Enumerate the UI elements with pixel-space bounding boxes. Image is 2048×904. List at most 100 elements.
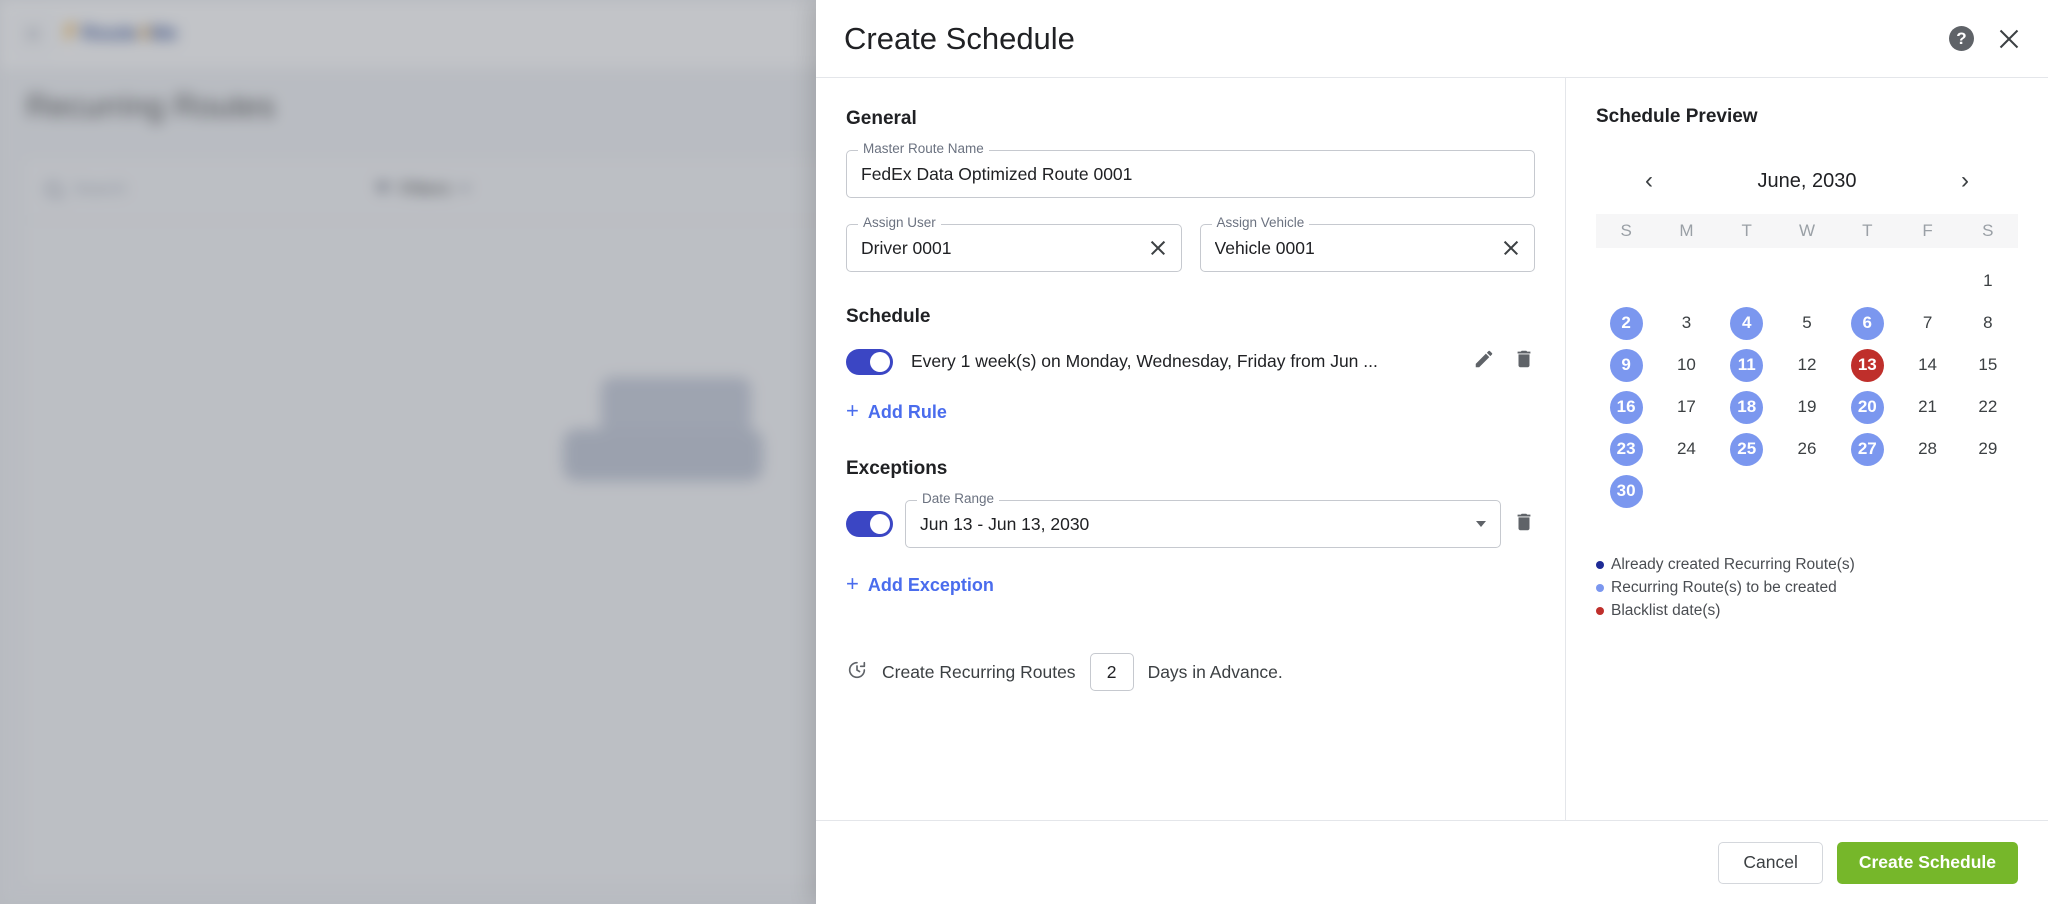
- modal-header: Create Schedule ?: [816, 0, 2048, 77]
- calendar-day-8[interactable]: 8: [1971, 307, 2004, 340]
- calendar-cell-empty: [1656, 264, 1716, 298]
- schedule-preview-panel: Schedule Preview ‹ June, 2030 › SMTWTFS …: [1566, 78, 2048, 820]
- legend-dot-icon: [1596, 584, 1604, 592]
- calendar-cell: 20: [1837, 390, 1897, 424]
- calendar-weekday-3: W: [1798, 221, 1816, 240]
- calendar-weekday-2: T: [1741, 221, 1752, 240]
- calendar-day-6[interactable]: 6: [1850, 306, 1884, 340]
- calendar-day-21[interactable]: 21: [1911, 391, 1944, 424]
- chevron-left-icon[interactable]: ‹: [1636, 168, 1662, 194]
- calendar-day-12[interactable]: 12: [1790, 349, 1823, 382]
- days-in-advance-input[interactable]: 2: [1089, 653, 1134, 691]
- calendar-cell: 26: [1777, 432, 1837, 466]
- create-schedule-modal: Create Schedule ? General Master Route N…: [816, 0, 2048, 904]
- days-in-advance-suffix: Days in Advance.: [1147, 661, 1283, 682]
- clear-assign-user-icon[interactable]: [1149, 239, 1167, 257]
- calendar-day-16[interactable]: 16: [1609, 390, 1643, 424]
- calendar-cell: 12: [1777, 348, 1837, 382]
- calendar-day-18[interactable]: 18: [1730, 390, 1764, 424]
- calendar-weekday-5: F: [1922, 221, 1933, 240]
- clear-assign-vehicle-icon[interactable]: [1502, 239, 1520, 257]
- assign-vehicle-label: Assign Vehicle: [1211, 216, 1310, 230]
- calendar-day-10[interactable]: 10: [1670, 349, 1703, 382]
- close-icon[interactable]: [1996, 26, 2022, 52]
- assign-user-input[interactable]: Driver 0001: [861, 238, 1149, 259]
- calendar-cell: 17: [1656, 390, 1716, 424]
- calendar-cell: 13: [1837, 348, 1897, 382]
- calendar-cell: 23: [1596, 432, 1656, 466]
- calendar-cell: 24: [1656, 432, 1716, 466]
- calendar-grid: 1 2 3 4 5 6 7 8 9 10 11 12 13 14 15 16 17 18 19 20 21 22 23 24 2…: [1596, 264, 2018, 508]
- calendar-day-14[interactable]: 14: [1911, 349, 1944, 382]
- legend-item-2: Blacklist date(s): [1596, 602, 2018, 620]
- calendar-cell: 19: [1777, 390, 1837, 424]
- calendar-cell: 21: [1897, 390, 1957, 424]
- trash-icon[interactable]: [1513, 348, 1535, 375]
- chevron-down-icon[interactable]: [1476, 521, 1486, 527]
- calendar-weekday-1: M: [1679, 221, 1694, 240]
- calendar-day-3[interactable]: 3: [1670, 307, 1703, 340]
- calendar-day-19[interactable]: 19: [1790, 391, 1823, 424]
- create-schedule-button[interactable]: Create Schedule: [1836, 841, 2018, 884]
- date-range-field[interactable]: Date Range Jun 13 - Jun 13, 2030: [905, 492, 1501, 548]
- calendar-day-17[interactable]: 17: [1670, 391, 1703, 424]
- calendar-nav: ‹ June, 2030 ›: [1596, 166, 2018, 196]
- calendar-day-7[interactable]: 7: [1911, 307, 1944, 340]
- calendar-day-24[interactable]: 24: [1670, 433, 1703, 466]
- calendar-weekday-4: T: [1862, 221, 1873, 240]
- calendar-day-11[interactable]: 11: [1730, 348, 1764, 382]
- add-exception-button[interactable]: + Add Exception: [846, 573, 994, 596]
- calendar-day-27[interactable]: 27: [1850, 432, 1884, 466]
- calendar-day-30[interactable]: 30: [1609, 474, 1643, 508]
- calendar-weekday-header: SMTWTFS: [1596, 214, 2018, 248]
- calendar-cell-empty: [1777, 264, 1837, 298]
- assign-vehicle-field[interactable]: Assign Vehicle Vehicle 0001: [1199, 216, 1535, 272]
- pencil-icon[interactable]: [1473, 348, 1495, 375]
- calendar-day-22[interactable]: 22: [1971, 391, 2004, 424]
- calendar-day-9[interactable]: 9: [1609, 348, 1643, 382]
- chevron-right-icon[interactable]: ›: [1952, 168, 1978, 194]
- calendar-cell: 5: [1777, 306, 1837, 340]
- calendar-day-29[interactable]: 29: [1971, 433, 2004, 466]
- calendar-day-2[interactable]: 2: [1609, 306, 1643, 340]
- calendar-cell-empty: [1717, 264, 1777, 298]
- calendar-day-20[interactable]: 20: [1850, 390, 1884, 424]
- master-route-name-field[interactable]: Master Route Name FedEx Data Optimized R…: [846, 142, 1535, 198]
- legend-label: Already created Recurring Route(s): [1611, 556, 1855, 573]
- schedule-section-title: Schedule: [846, 306, 931, 327]
- add-rule-button[interactable]: + Add Rule: [846, 398, 947, 423]
- exception-toggle[interactable]: [846, 511, 893, 537]
- calendar-day-blank: [1790, 265, 1823, 298]
- add-exception-label: Add Exception: [867, 574, 994, 595]
- legend-item-1: Recurring Route(s) to be created: [1596, 579, 2018, 597]
- schedule-form: General Master Route Name FedEx Data Opt…: [816, 78, 1566, 820]
- legend-dot-icon: [1596, 561, 1604, 569]
- assign-user-label: Assign User: [858, 216, 941, 230]
- trash-icon[interactable]: [1513, 511, 1535, 538]
- calendar-day-23[interactable]: 23: [1609, 432, 1643, 466]
- cancel-button[interactable]: Cancel: [1718, 841, 1823, 884]
- assign-user-field[interactable]: Assign User Driver 0001: [846, 216, 1182, 272]
- master-route-name-label: Master Route Name: [858, 142, 989, 156]
- calendar-cell: 15: [1958, 348, 2018, 382]
- modal-footer: Cancel Create Schedule: [816, 820, 2048, 904]
- calendar-cell: 3: [1656, 306, 1716, 340]
- calendar-cell: 7: [1897, 306, 1957, 340]
- calendar-cell: 28: [1897, 432, 1957, 466]
- legend-label: Blacklist date(s): [1611, 602, 1721, 619]
- calendar-day-1[interactable]: 1: [1971, 265, 2004, 298]
- master-route-name-input[interactable]: FedEx Data Optimized Route 0001: [861, 164, 1520, 185]
- plus-icon: +: [846, 398, 859, 423]
- date-range-value[interactable]: Jun 13 - Jun 13, 2030: [920, 514, 1468, 535]
- calendar-day-15[interactable]: 15: [1971, 349, 2004, 382]
- calendar-day-26[interactable]: 26: [1790, 433, 1823, 466]
- help-icon[interactable]: ?: [1949, 26, 1974, 51]
- calendar-day-4[interactable]: 4: [1730, 306, 1764, 340]
- calendar-day-5[interactable]: 5: [1790, 307, 1823, 340]
- calendar-day-25[interactable]: 25: [1730, 432, 1764, 466]
- calendar-cell: 11: [1717, 348, 1777, 382]
- schedule-rule-toggle[interactable]: [846, 348, 893, 375]
- assign-vehicle-input[interactable]: Vehicle 0001: [1215, 238, 1503, 259]
- calendar-day-13[interactable]: 13: [1850, 348, 1884, 382]
- calendar-day-28[interactable]: 28: [1911, 433, 1944, 466]
